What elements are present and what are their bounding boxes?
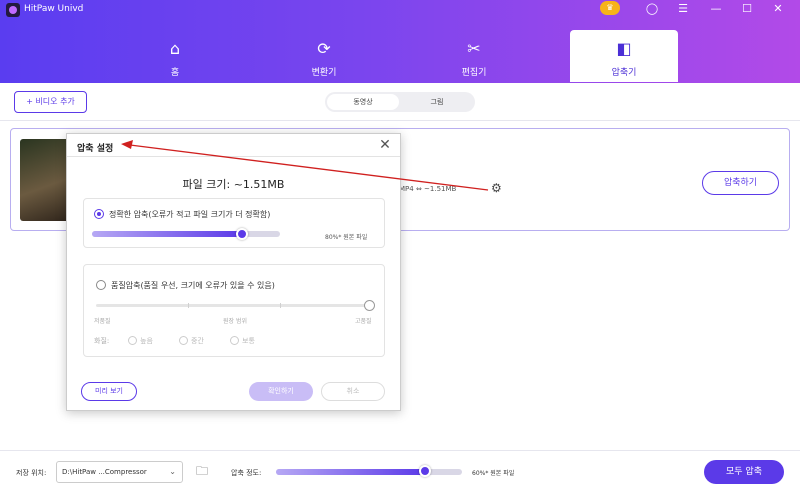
precise-compression-slider-handle[interactable] — [236, 228, 249, 240]
save-path-select[interactable]: D:\HitPaw ...Compressor ⌄ — [56, 461, 183, 483]
low-quality-label: 저품질 — [94, 318, 111, 325]
maximize-button[interactable]: ☐ — [737, 1, 757, 17]
segment-image[interactable]: 그림 — [401, 94, 473, 110]
app-logo-icon — [6, 3, 20, 17]
precise-compression-label: 정확한 압축(오류가 적고 파일 크기가 더 정확함) — [109, 210, 271, 219]
preview-button[interactable]: 미리 보기 — [81, 382, 137, 401]
compress-all-button[interactable]: 모두 압축 — [704, 460, 784, 484]
compression-level-label: 압축 정도: — [231, 469, 262, 477]
slider-tick — [188, 303, 189, 308]
compression-level-percent: 60%* 원본 파일 — [472, 470, 515, 477]
resolution-normal-label: 보통 — [242, 337, 255, 345]
title-bar: HitPaw Univd ♛ ◯ ☰ — ☐ ✕ ⌂ 홈 ⟳ 변환기 ✂ 편집기… — [0, 0, 800, 83]
quality-slider-track[interactable] — [96, 303, 372, 308]
slider-fill — [276, 469, 425, 475]
precise-compression-radio[interactable] — [94, 209, 104, 219]
editor-icon: ✂ — [467, 39, 481, 58]
compressor-icon: ◧ — [616, 39, 632, 58]
convert-icon: ⟳ — [317, 39, 331, 58]
quality-compression-label: 품질압축(품질 우선, 크기에 오류가 있을 수 있음) — [111, 281, 275, 290]
gear-icon[interactable]: ⚙ — [491, 181, 505, 195]
dialog-title: 압축 설정 — [77, 144, 114, 154]
file-size-label: 파일 크기: — [182, 178, 231, 191]
home-icon: ⌂ — [169, 39, 181, 58]
media-type-switch: 동영상 그림 — [325, 92, 475, 112]
file-size-line: 파일 크기: ~1.51MB — [67, 176, 400, 192]
confirm-button[interactable]: 확인하기 — [249, 382, 313, 401]
save-path-value: D:\HitPaw ...Compressor — [62, 468, 147, 476]
cancel-button[interactable]: 취소 — [321, 382, 385, 401]
resolution-high-label: 높음 — [140, 337, 153, 345]
slider-fill — [92, 231, 243, 237]
range-label: 원장 범위 — [223, 318, 247, 325]
compression-level-slider[interactable] — [276, 469, 462, 475]
account-icon[interactable]: ◯ — [642, 1, 662, 17]
tab-home[interactable]: ⌂ 홈 — [121, 30, 229, 82]
sub-toolbar: + 비디오 추가 동영상 그림 — [0, 83, 800, 121]
segment-video[interactable]: 동영상 — [327, 94, 399, 110]
precise-compression-slider[interactable] — [92, 231, 280, 237]
slider-tick — [280, 303, 281, 308]
tab-editor[interactable]: ✂ 편집기 — [420, 30, 528, 82]
file-meta: MP4 ⇔ ~1.51MB — [399, 185, 457, 193]
resolution-label: 화질: — [94, 337, 110, 345]
dialog-close-icon[interactable]: ✕ — [375, 136, 395, 154]
compression-level-slider-handle[interactable] — [418, 465, 431, 477]
compress-file-button[interactable]: 압축하기 — [702, 171, 779, 195]
file-size-value: ~1.51MB — [233, 178, 285, 191]
quality-slider-handle[interactable] — [364, 300, 375, 311]
resolution-high-radio[interactable] — [128, 336, 137, 345]
bottom-bar: 저장 위치: D:\HitPaw ...Compressor ⌄ 🗀 압축 정도… — [0, 450, 800, 490]
chevron-down-icon: ⌄ — [169, 467, 176, 476]
app-title: HitPaw Univd — [24, 4, 84, 14]
tab-compressor[interactable]: ◧ 압축기 — [570, 30, 678, 82]
menu-icon[interactable]: ☰ — [673, 1, 693, 17]
save-location-label: 저장 위치: — [16, 469, 47, 477]
quality-compression-option: 품질압축(품질 우선, 크기에 오류가 있을 수 있음) 저품질 원장 범위 고… — [83, 264, 385, 357]
add-video-button[interactable]: + 비디오 추가 — [14, 91, 87, 113]
vip-crown-icon[interactable]: ♛ — [600, 1, 620, 15]
compression-settings-dialog: 압축 설정 ✕ 파일 크기: ~1.51MB 정확한 압축(오류가 적고 파일 … — [66, 133, 401, 411]
precise-compression-percent: 80%* 원본 파일 — [325, 234, 368, 241]
close-button[interactable]: ✕ — [768, 1, 788, 17]
precise-compression-option: 정확한 압축(오류가 적고 파일 크기가 더 정확함) 80%* 원본 파일 — [83, 198, 385, 248]
dialog-divider — [67, 156, 400, 157]
tab-converter-label: 변환기 — [311, 68, 337, 78]
resolution-medium-label: 중간 — [191, 337, 204, 345]
tab-compressor-label: 압축기 — [611, 68, 637, 78]
folder-icon[interactable]: 🗀 — [196, 464, 212, 478]
tab-editor-label: 편집기 — [461, 68, 487, 78]
tab-converter[interactable]: ⟳ 변환기 — [270, 30, 378, 82]
quality-compression-radio[interactable] — [96, 280, 106, 290]
resolution-medium-radio[interactable] — [179, 336, 188, 345]
minimize-button[interactable]: — — [706, 1, 726, 17]
tab-home-label: 홈 — [170, 68, 180, 78]
resolution-normal-radio[interactable] — [230, 336, 239, 345]
high-quality-label: 고품질 — [355, 318, 372, 325]
